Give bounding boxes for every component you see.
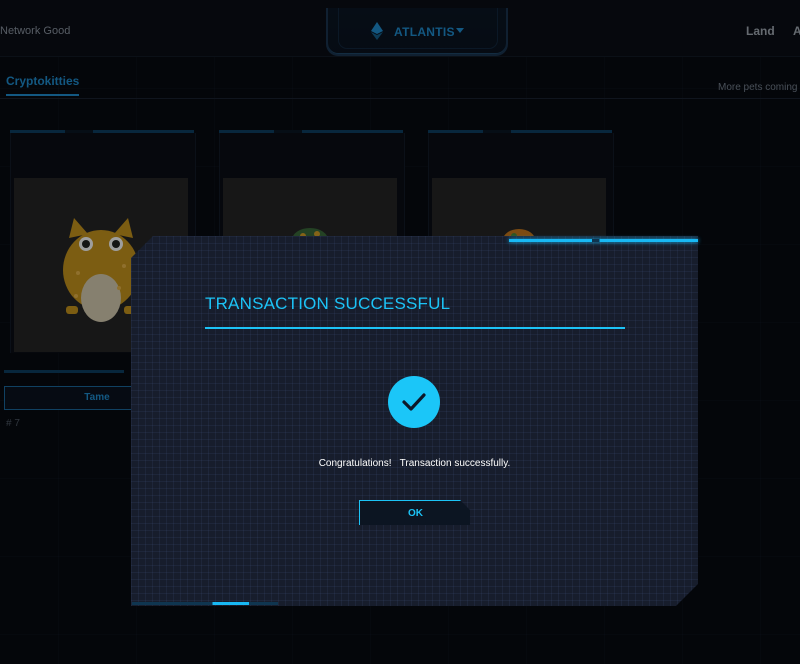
title-divider bbox=[205, 327, 625, 329]
checkmark-icon bbox=[388, 376, 440, 428]
dialog-accent-bottom bbox=[132, 602, 278, 605]
ok-button[interactable]: OK bbox=[359, 500, 470, 525]
dialog-title: TRANSACTION SUCCESSFUL bbox=[205, 294, 451, 313]
dialog-accent-top bbox=[509, 239, 698, 242]
transaction-success-dialog: TRANSACTION SUCCESSFUL Congratulations! … bbox=[131, 236, 698, 606]
success-message: Congratulations! Transaction successfull… bbox=[318, 458, 511, 469]
